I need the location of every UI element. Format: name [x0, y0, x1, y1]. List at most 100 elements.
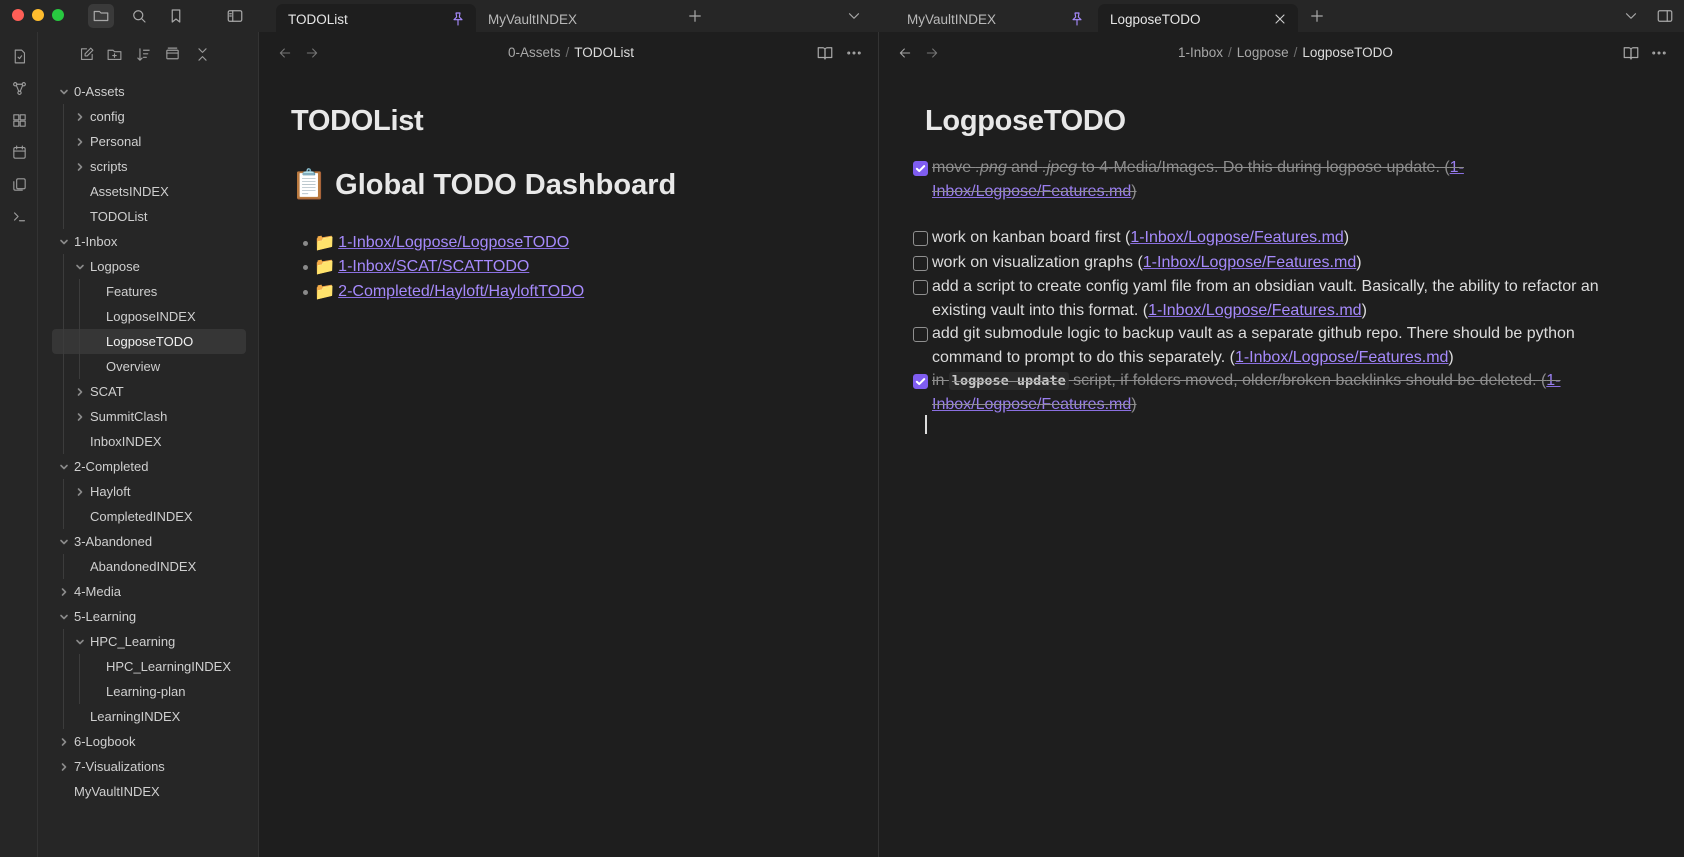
- back-arrow-icon[interactable]: [277, 45, 293, 61]
- file-tree-note[interactable]: HPC_LearningINDEX: [52, 654, 246, 679]
- file-tree-folder[interactable]: Hayloft: [52, 479, 246, 504]
- more-options-icon[interactable]: [1650, 44, 1668, 62]
- minimize-window-button[interactable]: [32, 9, 44, 21]
- back-arrow-icon[interactable]: [897, 45, 913, 61]
- canvas-icon[interactable]: [7, 108, 31, 132]
- file-tree-note[interactable]: LogposeTODO: [52, 329, 246, 354]
- file-tree-note[interactable]: InboxINDEX: [52, 429, 246, 454]
- chevron-down-icon[interactable]: [74, 261, 86, 273]
- graph-view-icon[interactable]: [7, 76, 31, 100]
- chevron-right-icon[interactable]: [74, 486, 86, 498]
- file-tree-note[interactable]: Learning-plan: [52, 679, 246, 704]
- file-tree-note[interactable]: Features: [52, 279, 246, 304]
- new-tab-plus-icon[interactable]: [682, 4, 708, 28]
- task-item[interactable]: in logpose update script, if folders mov…: [913, 369, 1632, 417]
- pin-icon[interactable]: [1069, 11, 1085, 27]
- file-tree-folder[interactable]: 2-Completed: [52, 454, 246, 479]
- task-checkbox[interactable]: [913, 256, 928, 271]
- sidebar-toggle-icon[interactable]: [222, 4, 248, 28]
- chevron-right-icon[interactable]: [74, 386, 86, 398]
- forward-arrow-icon[interactable]: [304, 45, 320, 61]
- file-tree-note[interactable]: LogposeINDEX: [52, 304, 246, 329]
- task-item[interactable]: move .png and .jpeg to 4-Media/Images. D…: [913, 156, 1632, 204]
- terminal-icon[interactable]: [7, 204, 31, 228]
- breadcrumb-item[interactable]: 0-Assets: [508, 45, 561, 60]
- chevron-right-icon[interactable]: [74, 161, 86, 173]
- right-sidebar-toggle-icon[interactable]: [1652, 4, 1678, 28]
- tab-myvaultindex-right[interactable]: MyVaultINDEX: [895, 4, 1095, 34]
- task-item[interactable]: work on kanban board first (1-Inbox/Logp…: [913, 226, 1632, 250]
- open-quick-switcher-icon[interactable]: [7, 44, 31, 68]
- tab-todolist[interactable]: TODOList: [276, 4, 476, 34]
- note-title[interactable]: TODOList: [291, 105, 424, 138]
- sort-icon[interactable]: [131, 42, 155, 66]
- chevron-right-icon[interactable]: [74, 111, 86, 123]
- file-tree-note[interactable]: AbandonedINDEX: [52, 554, 246, 579]
- forward-arrow-icon[interactable]: [924, 45, 940, 61]
- file-tree-note[interactable]: TODOList: [52, 204, 246, 229]
- task-checkbox[interactable]: [913, 280, 928, 295]
- auto-reveal-icon[interactable]: [160, 42, 184, 66]
- chevron-right-icon[interactable]: [58, 586, 70, 598]
- tab-logposetodo[interactable]: LogposeTODO: [1098, 4, 1298, 34]
- calendar-icon[interactable]: [7, 140, 31, 164]
- folder-icon[interactable]: [88, 4, 114, 28]
- file-tree-folder[interactable]: SCAT: [52, 379, 246, 404]
- file-tree-folder[interactable]: config: [52, 104, 246, 129]
- breadcrumb-item[interactable]: 1-Inbox: [1178, 45, 1223, 60]
- chevron-down-icon[interactable]: [58, 461, 70, 473]
- collapse-all-icon[interactable]: [190, 42, 214, 66]
- internal-link[interactable]: 1-Inbox/Logpose/Features.md: [1148, 302, 1361, 319]
- file-tree-note[interactable]: AssetsINDEX: [52, 179, 246, 204]
- file-tree-note[interactable]: MyVaultINDEX: [52, 779, 246, 804]
- task-checkbox[interactable]: [913, 231, 928, 246]
- file-tree-note[interactable]: CompletedINDEX: [52, 504, 246, 529]
- new-tab-plus-icon[interactable]: [1304, 4, 1330, 28]
- chevron-down-icon[interactable]: [74, 636, 86, 648]
- file-tree-folder[interactable]: 4-Media: [52, 579, 246, 604]
- file-tree-folder[interactable]: 0-Assets: [52, 79, 246, 104]
- file-tree-folder[interactable]: Logpose: [52, 254, 246, 279]
- breadcrumb-current[interactable]: TODOList: [574, 45, 634, 60]
- task-item[interactable]: add git submodule logic to backup vault …: [913, 322, 1632, 370]
- templates-icon[interactable]: [7, 172, 31, 196]
- search-icon[interactable]: [126, 4, 152, 28]
- file-tree-folder[interactable]: Personal: [52, 129, 246, 154]
- task-checkbox[interactable]: [913, 374, 928, 389]
- internal-link[interactable]: 2-Completed/Hayloft/HayloftTODO: [338, 283, 584, 301]
- file-tree-folder[interactable]: scripts: [52, 154, 246, 179]
- breadcrumb-current[interactable]: LogposeTODO: [1302, 45, 1393, 60]
- task-checkbox[interactable]: [913, 161, 928, 176]
- chevron-right-icon[interactable]: [58, 736, 70, 748]
- file-tree-note[interactable]: LearningINDEX: [52, 704, 246, 729]
- file-tree-folder[interactable]: 6-Logbook: [52, 729, 246, 754]
- more-options-icon[interactable]: [845, 44, 863, 62]
- breadcrumb-item[interactable]: Logpose: [1237, 45, 1289, 60]
- file-tree-folder[interactable]: 5-Learning: [52, 604, 246, 629]
- task-item[interactable]: work on visualization graphs (1-Inbox/Lo…: [913, 251, 1632, 275]
- note-title[interactable]: LogposeTODO: [925, 105, 1126, 138]
- maximize-window-button[interactable]: [52, 9, 64, 21]
- tab-myvaultindex-left[interactable]: MyVaultINDEX: [476, 4, 666, 34]
- chevron-down-icon[interactable]: [58, 611, 70, 623]
- file-tree-folder[interactable]: 3-Abandoned: [52, 529, 246, 554]
- file-tree-folder[interactable]: 7-Visualizations: [52, 754, 246, 779]
- chevron-down-icon[interactable]: [58, 86, 70, 98]
- pin-icon[interactable]: [450, 11, 466, 27]
- internal-link[interactable]: 1-Inbox/Logpose/Features.md: [1143, 254, 1356, 271]
- task-item[interactable]: add a script to create config yaml file …: [913, 275, 1632, 323]
- bookmark-icon[interactable]: [163, 4, 189, 28]
- file-tree-folder[interactable]: SummitClash: [52, 404, 246, 429]
- chevron-right-icon[interactable]: [58, 761, 70, 773]
- reading-view-book-icon[interactable]: [816, 44, 834, 62]
- chevron-down-icon[interactable]: [58, 536, 70, 548]
- file-tree-folder[interactable]: HPC_Learning: [52, 629, 246, 654]
- file-tree-folder[interactable]: 1-Inbox: [52, 229, 246, 254]
- new-folder-icon[interactable]: [102, 42, 126, 66]
- internal-link[interactable]: 1-Inbox/Logpose/LogposeTODO: [338, 234, 569, 252]
- chevron-right-icon[interactable]: [74, 136, 86, 148]
- tab-list-chevron-icon[interactable]: [1618, 4, 1644, 28]
- task-checkbox[interactable]: [913, 327, 928, 342]
- chevron-right-icon[interactable]: [74, 411, 86, 423]
- tab-list-chevron-icon[interactable]: [841, 4, 867, 28]
